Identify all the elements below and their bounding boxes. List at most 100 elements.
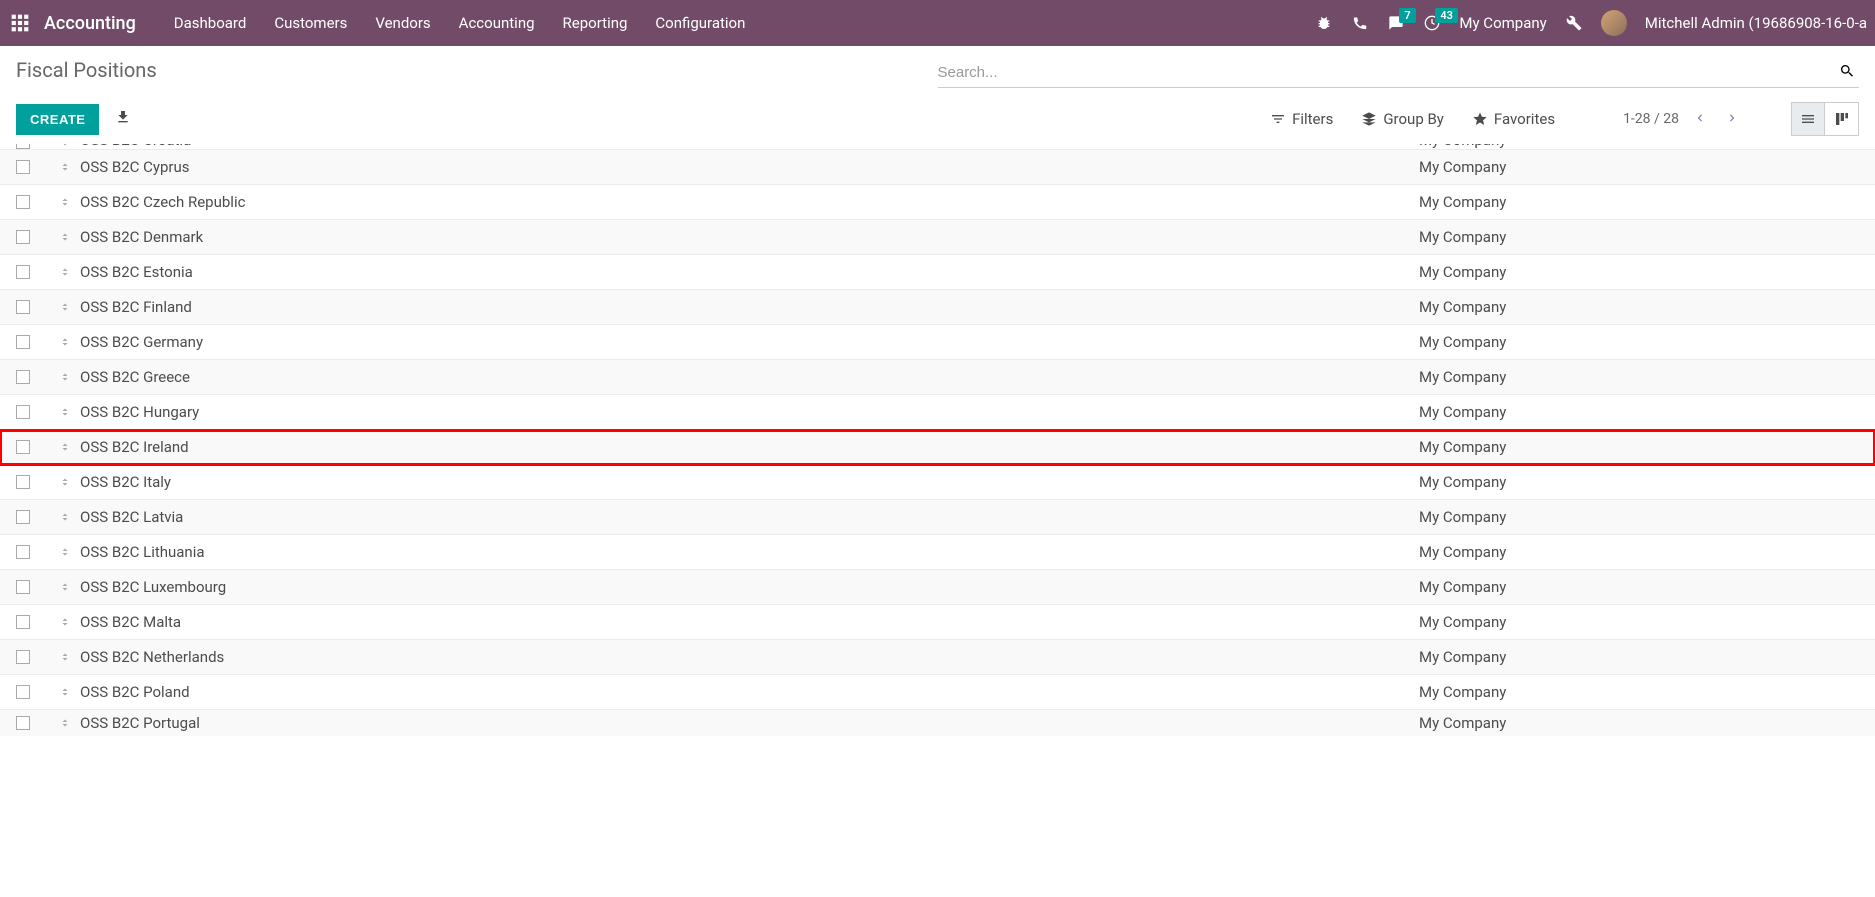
company-switcher[interactable]: My Company (1459, 14, 1546, 32)
drag-handle[interactable] (50, 405, 80, 419)
table-row[interactable]: OSS B2C LithuaniaMy Company (0, 535, 1875, 570)
row-checkbox[interactable] (16, 545, 30, 559)
search-input[interactable] (938, 58, 1836, 87)
table-row[interactable]: OSS B2C ItalyMy Company (0, 465, 1875, 500)
tools-icon[interactable] (1565, 14, 1583, 32)
menu-customers[interactable]: Customers (260, 0, 361, 46)
row-checkbox[interactable] (16, 475, 30, 489)
row-name: OSS B2C Hungary (80, 403, 1419, 421)
row-company: My Company (1419, 613, 1859, 631)
search-icon (1839, 63, 1855, 79)
table-row[interactable]: OSS B2C HungaryMy Company (0, 395, 1875, 430)
row-company: My Company (1419, 403, 1859, 421)
drag-handle[interactable] (50, 300, 80, 314)
row-company: My Company (1419, 144, 1859, 149)
row-company: My Company (1419, 714, 1859, 732)
row-checkbox[interactable] (16, 195, 30, 209)
view-switcher (1791, 102, 1859, 136)
control-panel: Fiscal Positions CREATE Filters Group By… (0, 46, 1875, 144)
row-checkbox[interactable] (16, 230, 30, 244)
table-row[interactable]: OSS B2C EstoniaMy Company (0, 255, 1875, 290)
row-name: OSS B2C Finland (80, 298, 1419, 316)
drag-handle[interactable] (50, 685, 80, 699)
drag-handle[interactable] (50, 580, 80, 594)
row-company: My Company (1419, 543, 1859, 561)
drag-handle[interactable] (50, 265, 80, 279)
drag-handle[interactable] (50, 335, 80, 349)
filters-dropdown[interactable]: Filters (1270, 110, 1333, 128)
user-menu[interactable]: Mitchell Admin (19686908-16-0-a (1645, 14, 1867, 32)
drag-handle[interactable] (50, 230, 80, 244)
drag-handle[interactable] (50, 615, 80, 629)
groupby-dropdown[interactable]: Group By (1361, 110, 1444, 128)
row-checkbox[interactable] (16, 580, 30, 594)
row-checkbox[interactable] (16, 615, 30, 629)
favorites-dropdown[interactable]: Favorites (1472, 110, 1555, 128)
drag-handle[interactable] (50, 650, 80, 664)
row-checkbox-cell (16, 475, 50, 489)
table-row[interactable]: OSS B2C PortugalMy Company (0, 710, 1875, 736)
table-row[interactable]: OSS B2C FinlandMy Company (0, 290, 1875, 325)
table-row[interactable]: OSS B2C LatviaMy Company (0, 500, 1875, 535)
menu-accounting[interactable]: Accounting (445, 0, 549, 46)
row-checkbox[interactable] (16, 160, 30, 174)
menu-dashboard[interactable]: Dashboard (160, 0, 261, 46)
sort-icon (59, 265, 71, 279)
row-company: My Company (1419, 578, 1859, 596)
import-button[interactable] (105, 103, 141, 136)
table-row[interactable]: OSS B2C Czech RepublicMy Company (0, 185, 1875, 220)
table-row[interactable]: OSS B2C DenmarkMy Company (0, 220, 1875, 255)
row-name: OSS B2C Lithuania (80, 543, 1419, 561)
row-checkbox[interactable] (16, 440, 30, 454)
drag-handle[interactable] (50, 510, 80, 524)
sort-icon (59, 144, 71, 149)
menu-configuration[interactable]: Configuration (641, 0, 759, 46)
drag-handle[interactable] (50, 195, 80, 209)
create-button[interactable]: CREATE (16, 104, 99, 135)
apps-icon[interactable] (8, 11, 32, 35)
drag-handle[interactable] (50, 716, 80, 730)
row-checkbox[interactable] (16, 650, 30, 664)
table-row[interactable]: OSS B2C GreeceMy Company (0, 360, 1875, 395)
table-row[interactable]: OSS B2C GermanyMy Company (0, 325, 1875, 360)
pager-prev-button[interactable] (1689, 107, 1711, 132)
activities-icon[interactable]: 43 (1423, 14, 1441, 32)
debug-icon[interactable] (1315, 14, 1333, 32)
menu-reporting[interactable]: Reporting (549, 0, 642, 46)
star-icon (1472, 111, 1488, 127)
menu-vendors[interactable]: Vendors (361, 0, 444, 46)
table-row[interactable]: OSS B2C MaltaMy Company (0, 605, 1875, 640)
pager-next-button[interactable] (1721, 107, 1743, 132)
sort-icon (59, 510, 71, 524)
drag-handle[interactable] (50, 475, 80, 489)
row-checkbox[interactable] (16, 370, 30, 384)
table-row[interactable]: OSS B2C NetherlandsMy Company (0, 640, 1875, 675)
drag-handle[interactable] (50, 144, 80, 149)
row-checkbox[interactable] (16, 405, 30, 419)
row-checkbox[interactable] (16, 300, 30, 314)
table-row[interactable]: OSS B2C IrelandMy Company (0, 430, 1875, 465)
support-icon[interactable] (1351, 14, 1369, 32)
row-checkbox[interactable] (16, 716, 30, 730)
avatar[interactable] (1601, 10, 1627, 36)
app-name[interactable]: Accounting (44, 13, 136, 34)
drag-handle[interactable] (50, 545, 80, 559)
row-checkbox[interactable] (16, 265, 30, 279)
search-button[interactable] (1835, 59, 1859, 86)
table-row[interactable]: OSS B2C CyprusMy Company (0, 150, 1875, 185)
drag-handle[interactable] (50, 160, 80, 174)
messages-icon[interactable]: 7 (1387, 14, 1405, 32)
sort-icon (59, 230, 71, 244)
row-checkbox[interactable] (16, 510, 30, 524)
table-row[interactable]: OSS B2C LuxembourgMy Company (0, 570, 1875, 605)
list-view-button[interactable] (1791, 102, 1825, 136)
drag-handle[interactable] (50, 440, 80, 454)
pager-text[interactable]: 1-28 / 28 (1623, 111, 1679, 127)
row-checkbox-cell (16, 545, 50, 559)
row-checkbox[interactable] (16, 335, 30, 349)
kanban-view-button[interactable] (1825, 102, 1859, 136)
row-checkbox[interactable] (16, 685, 30, 699)
table-row[interactable]: OSS B2C PolandMy Company (0, 675, 1875, 710)
drag-handle[interactable] (50, 370, 80, 384)
row-checkbox[interactable] (16, 144, 30, 149)
